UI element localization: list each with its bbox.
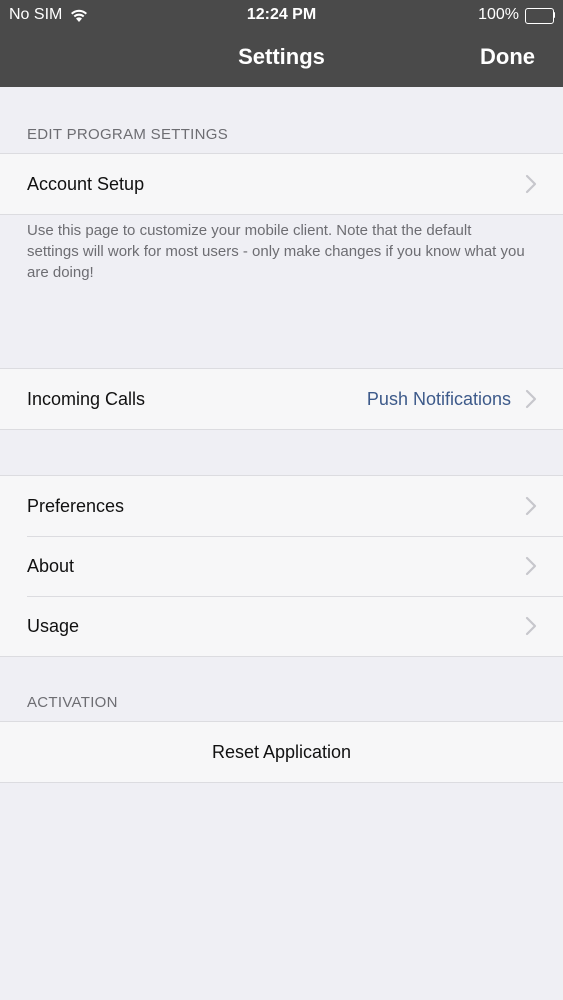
about-label: About [27,555,75,576]
reset-application-label: Reset Application [211,741,352,762]
incoming-calls-label: Incoming Calls [27,388,146,409]
preferences-row[interactable]: Preferences [0,476,563,536]
group-activation: Reset Application [0,721,563,783]
account-setup-label: Account Setup [27,173,145,194]
group-calls: Incoming Calls Push Notifications [0,368,563,430]
status-bar-right: 100% [478,5,555,25]
chevron-right-icon [525,616,537,636]
battery-icon [525,8,555,24]
page-title: Settings [238,44,325,69]
section-header-activation: ACTIVATION [27,694,118,711]
chevron-right-icon [525,496,537,516]
incoming-calls-value: Push Notifications [366,388,511,409]
usage-label: Usage [27,615,80,636]
account-setup-row[interactable]: Account Setup [0,154,563,214]
incoming-calls-row[interactable]: Incoming Calls Push Notifications [0,369,563,429]
preferences-label: Preferences [27,495,125,516]
section-footer-description: Use this page to customize your mobile c… [27,222,525,281]
chevron-right-icon [525,174,537,194]
chevron-right-icon [525,556,537,576]
group-account: Account Setup [0,153,563,215]
navigation-bar: No SIM 12:24 PM 100% Settings Done [0,0,563,87]
chevron-right-icon [525,389,537,409]
usage-row[interactable]: Usage [0,596,563,656]
reset-application-button[interactable]: Reset Application [0,722,563,782]
done-button[interactable]: Done [480,42,535,72]
group-general: Preferences About Usage [0,475,563,657]
battery-percentage: 100% [478,6,519,23]
section-header-edit-program: EDIT PROGRAM SETTINGS [27,126,229,143]
about-row[interactable]: About [0,536,563,596]
